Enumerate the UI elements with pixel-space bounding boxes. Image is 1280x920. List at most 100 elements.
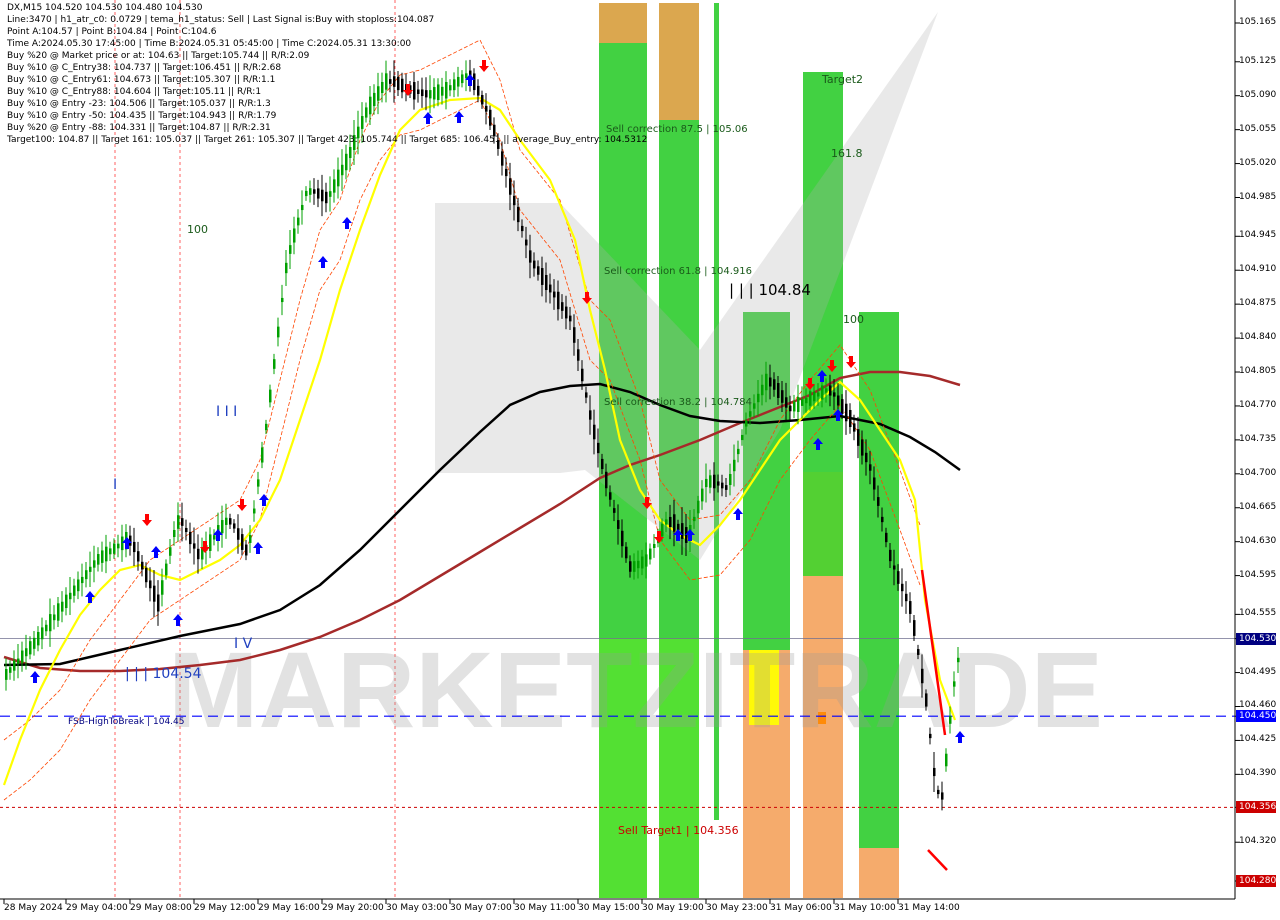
green-zone [803, 472, 843, 576]
candle-body [769, 377, 772, 387]
price-tick-label: 104.985 [1239, 191, 1277, 202]
candle-body [25, 648, 28, 657]
candle-body [901, 583, 904, 592]
candle-body [477, 85, 480, 96]
candle-body [317, 188, 320, 199]
candle-body [389, 79, 392, 84]
candle-body [557, 291, 560, 310]
candle-body [185, 527, 188, 533]
price-tick-label: 105.020 [1239, 157, 1277, 168]
candle-body [233, 523, 236, 529]
price-tick-label: 104.910 [1239, 264, 1277, 275]
candle-body [809, 391, 812, 406]
candle-body [641, 556, 644, 569]
candle-body [713, 474, 716, 489]
candle-body [29, 641, 32, 655]
candle-body [181, 518, 184, 526]
candle-body [753, 403, 756, 409]
fib-100-label: 100 [187, 223, 208, 236]
candle-body [817, 392, 820, 397]
candle-body [509, 178, 512, 195]
candle-body [581, 368, 584, 382]
fib-1618-label: 161.8 [831, 147, 863, 160]
candle-body [837, 395, 840, 406]
candle-body [877, 497, 880, 506]
candle-body [785, 397, 788, 408]
candle-body [605, 471, 608, 489]
candle-body [21, 650, 24, 663]
candle-body [33, 637, 36, 649]
price-tick-label: 104.320 [1239, 836, 1277, 847]
candle-body [681, 523, 684, 539]
candle-body [949, 716, 952, 724]
header-line: Target100: 104.87 || Target 161: 105.037… [7, 135, 648, 145]
candle-body [937, 789, 940, 795]
candle-body [541, 268, 544, 285]
candle-body [885, 532, 888, 543]
price-tick-label: 104.425 [1239, 734, 1277, 745]
time-tick-label: 30 May 11:00 [514, 903, 576, 913]
candle-body [525, 239, 528, 246]
candle-body [277, 326, 280, 338]
candle-body [189, 531, 192, 545]
candle-body [537, 266, 540, 275]
candle-body [649, 548, 652, 560]
candle-body [745, 420, 748, 427]
candle-body [413, 82, 416, 100]
candle-body [601, 458, 604, 470]
candle-body [153, 585, 156, 602]
header-line: Buy %20 @ Market price or at: 104.63 || … [7, 51, 310, 61]
wave-1-label: I [113, 477, 118, 493]
header-line: Buy %10 @ C_Entry38: 104.737 || Target:1… [7, 63, 282, 73]
candle-body [89, 566, 92, 572]
candle-body [361, 116, 364, 129]
candle-body [585, 392, 588, 398]
candle-body [553, 291, 556, 298]
candle-body [485, 105, 488, 112]
candle-body [841, 399, 844, 414]
candle-body [241, 534, 244, 550]
candle-body [665, 519, 668, 525]
candle-body [789, 405, 792, 412]
candle-body [925, 693, 928, 707]
candle-body [17, 658, 20, 664]
candle-body [517, 206, 520, 223]
fsb-price-badge: 104.450 [1236, 710, 1276, 723]
candle-body [213, 535, 216, 540]
level-10454-label: | | | 104.54 [125, 666, 202, 682]
candle-body [633, 561, 636, 572]
candle-body [301, 204, 304, 211]
candle-body [529, 250, 532, 263]
candle-body [173, 529, 176, 538]
candle-body [653, 543, 656, 549]
candle-body [849, 409, 852, 428]
candle-body [733, 459, 736, 472]
candle-body [945, 753, 948, 767]
candle-body [569, 315, 572, 322]
candle-body [9, 667, 12, 673]
candle-body [825, 388, 828, 393]
candle-body [673, 514, 676, 532]
candle-body [765, 373, 768, 391]
candle-body [813, 391, 816, 402]
candle-body [473, 73, 476, 91]
candle-body [909, 601, 912, 614]
price-tick-label: 104.390 [1239, 768, 1277, 779]
sell-correction-382-label: Sell correction 38.2 | 104.784 [604, 397, 753, 408]
candle-body [573, 327, 576, 343]
chart-window: MARKETZITRADE DX,M15 104.520 104.530 104… [0, 0, 1280, 920]
candle-body [37, 631, 40, 646]
candle-body [549, 284, 552, 293]
candle-body [73, 585, 76, 596]
candle-body [461, 74, 464, 84]
candle-body [957, 657, 960, 663]
candle-body [305, 190, 308, 197]
candle-body [309, 188, 312, 195]
candle-body [273, 359, 276, 369]
candle-body [513, 195, 516, 206]
candle-body [281, 297, 284, 303]
candle-body [349, 147, 352, 158]
target-price-badge: 104.356 [1236, 801, 1276, 814]
candle-body [821, 385, 824, 400]
candle-body [761, 384, 764, 396]
